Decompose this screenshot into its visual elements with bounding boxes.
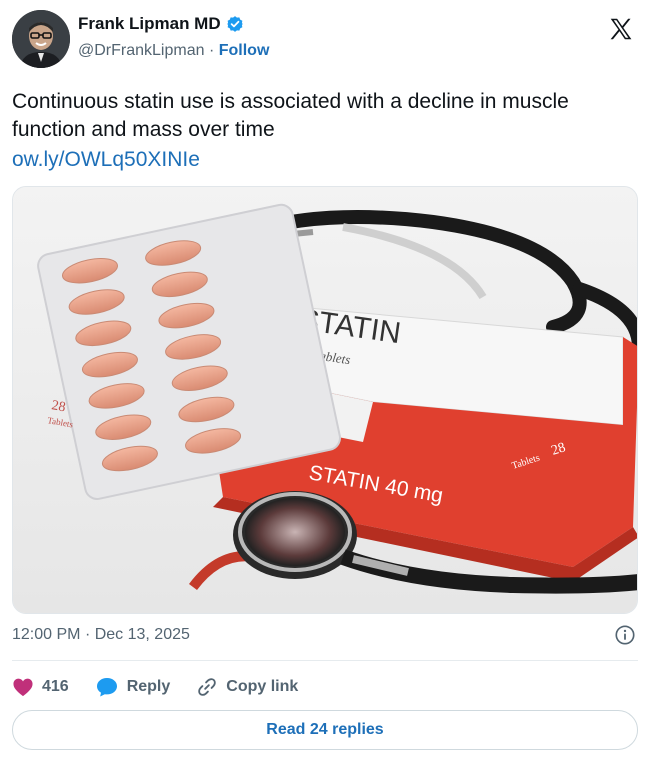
reply-bubble-icon — [96, 678, 117, 697]
copy-link-label: Copy link — [226, 678, 299, 695]
verified-badge-icon — [226, 15, 244, 33]
tweet-media-image[interactable]: STATIN Tablets STATIN 40 mg 28 Tablets 2… — [12, 186, 638, 614]
copy-link-button[interactable]: Copy link — [196, 676, 298, 698]
info-icon[interactable] — [614, 624, 636, 646]
read-replies-label: Read 24 replies — [266, 721, 384, 738]
tweet-time: 12:00 PM — [12, 626, 81, 643]
author-handle-line: @DrFrankLipman · Follow — [78, 42, 269, 60]
tweet-text: Continuous statin use is associated with… — [12, 90, 569, 141]
read-replies-button[interactable]: Read 24 replies — [12, 710, 638, 750]
heart-icon — [13, 678, 33, 697]
tweet-link[interactable]: ow.ly/OWLq50XINIe — [12, 146, 200, 174]
tweet-header: Frank Lipman MD @DrFrankLipman · Follow — [12, 10, 638, 72]
like-button[interactable]: 416 — [12, 677, 69, 697]
reply-button[interactable]: Reply — [95, 676, 171, 698]
author-display-name[interactable]: Frank Lipman MD — [78, 14, 221, 34]
handle-separator: · — [208, 42, 215, 59]
author-name-line: Frank Lipman MD — [78, 14, 244, 34]
like-count: 416 — [42, 678, 69, 695]
tweet-date: Dec 13, 2025 — [94, 626, 190, 643]
tweet-timestamp[interactable]: 12:00 PM · Dec 13, 2025 — [12, 626, 190, 644]
reply-label: Reply — [126, 678, 171, 695]
action-bar: 416 Reply Copy link — [12, 674, 324, 700]
author-handle[interactable]: @DrFrankLipman — [78, 42, 205, 59]
follow-button[interactable]: Follow — [219, 42, 270, 59]
x-logo-icon[interactable] — [608, 16, 634, 42]
link-chain-icon — [198, 678, 217, 696]
blister-count-text: 28 — [50, 398, 66, 415]
divider — [12, 660, 638, 661]
timestamp-separator: · — [84, 626, 91, 643]
avatar[interactable] — [12, 10, 70, 68]
